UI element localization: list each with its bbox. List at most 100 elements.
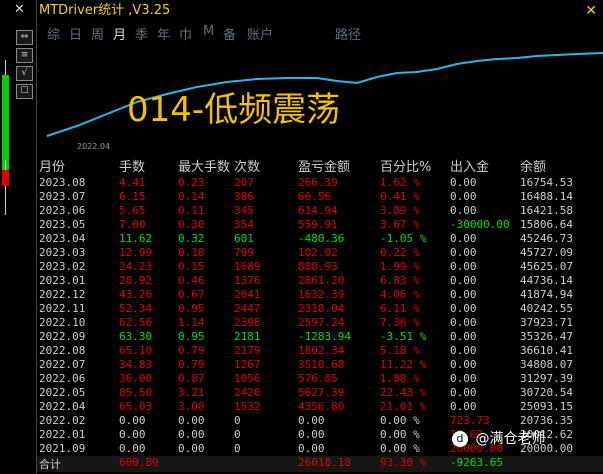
col-header-max-lots: 最大手数 (178, 160, 231, 175)
cell-lots: 24.23 (119, 260, 153, 273)
cell-percent: 0.00 % (380, 414, 420, 427)
cell-profit: 5627.39 (298, 386, 345, 399)
cell-month: 2022.09 (39, 330, 86, 343)
candle-green (2, 75, 9, 170)
cell-deposit: 0.00 (450, 330, 477, 343)
cell-month: 2023.01 (39, 274, 86, 287)
cell-max-lots: 0.15 (178, 260, 205, 273)
tab-account[interactable]: 账户 (247, 24, 273, 43)
cell-count: 2447 (234, 302, 261, 315)
cell-balance: 16754.53 (520, 176, 573, 189)
tab-summary[interactable]: 综 (47, 24, 60, 43)
tab-month[interactable]: 月 (113, 24, 127, 44)
stats-panel: MTDriver统计 ,V3.25 ✕ 综 日 周 月 季 年 巾 M 备 账户… (37, 0, 603, 474)
cell-profit: 2861.20 (298, 274, 345, 287)
cell-percent: 0.00 % (380, 428, 420, 441)
tab-week[interactable]: 周 (91, 24, 104, 43)
cell-lots: 65.03 (119, 400, 153, 413)
cell-deposit: -30000.00 (450, 218, 510, 231)
table-row: 2022.04 65.03 3.00 1532 4356.80 21.01 % 0.00 25… (37, 400, 603, 414)
cell-lots: 12.99 (119, 246, 153, 259)
cell-month: 2023.03 (39, 246, 86, 259)
toolbar-button-4[interactable]: ☐ (16, 84, 33, 99)
period-tabs: 综 日 周 月 季 年 巾 M 备 账户 路径 (37, 22, 603, 44)
cell-profit: 66.56 (298, 190, 332, 203)
cell-count: 2420 (234, 386, 261, 399)
cell-count: 2179 (234, 344, 261, 357)
cell-max-lots: 0.87 (178, 372, 205, 385)
cell-max-lots: 3.21 (178, 386, 205, 399)
table-row: 2022.06 36.00 0.87 1056 576.85 1.88 % 0.00 3129… (37, 372, 603, 386)
close-icon[interactable]: ✕ (14, 2, 25, 17)
tab-year[interactable]: 年 (157, 24, 170, 43)
tab-path[interactable]: 路径 (335, 24, 361, 43)
total-percent: 93.30 % (380, 456, 427, 469)
toolbar-button-3[interactable]: √ (16, 66, 33, 81)
cell-count: 1689 (234, 260, 261, 273)
cell-max-lots: 0.18 (178, 246, 205, 259)
cell-profit: 888.93 (298, 260, 338, 273)
chart-x-label: 2022.04 (77, 142, 111, 151)
cell-profit: 559.91 (298, 218, 338, 231)
tab-day[interactable]: 日 (69, 24, 82, 43)
cell-balance: 34808.07 (520, 358, 573, 371)
cell-month: 2022.12 (39, 288, 86, 301)
cell-month: 2022.08 (39, 344, 86, 357)
cell-lots: 20.92 (119, 274, 153, 287)
cell-max-lots: 0.95 (178, 330, 205, 343)
cell-month: 2022.02 (39, 414, 86, 427)
cell-max-lots: 0.79 (178, 358, 205, 371)
cell-profit: 3510.68 (298, 358, 345, 371)
cell-month: 2021.09 (39, 442, 86, 455)
cell-lots: 5.65 (119, 204, 146, 217)
table-row: 2022.08 65.10 0.79 2179 1802.34 5.18 % 0.00 366… (37, 344, 603, 358)
tab-bei[interactable]: 备 (223, 24, 236, 43)
cell-balance: 45246.73 (520, 232, 573, 245)
cell-deposit: 0.00 (450, 344, 477, 357)
cell-count: 799 (234, 246, 254, 259)
cell-count: 386 (234, 190, 254, 203)
cell-percent: 1.99 % (380, 260, 420, 273)
cell-lots: 52.34 (119, 302, 153, 315)
cell-balance: 16488.14 (520, 190, 573, 203)
cell-month: 2022.07 (39, 358, 86, 371)
cell-lots: 62.56 (119, 316, 153, 329)
cell-profit: 0.00 (298, 414, 325, 427)
cell-profit: 2318.04 (298, 302, 345, 315)
cell-lots: 11.62 (119, 232, 153, 245)
left-toolbar: ✕ ⇔ ≡ √ ☐ (0, 0, 36, 474)
cell-deposit: 0.00 (450, 204, 477, 217)
cell-balance: 37923.71 (520, 316, 573, 329)
table-row: 2023.01 20.92 0.46 1376 2861.20 6.83 % 0.00 447… (37, 274, 603, 288)
toolbar-button-2[interactable]: ≡ (16, 48, 33, 63)
tab-jin[interactable]: 巾 (179, 24, 192, 43)
cell-month: 2023.04 (39, 232, 86, 245)
cell-profit: 266.39 (298, 176, 338, 189)
cell-percent: 0.41 % (380, 190, 420, 203)
cell-month: 2022.05 (39, 386, 86, 399)
cell-lots: 36.00 (119, 372, 153, 385)
cell-percent: -1.05 % (380, 232, 427, 245)
close-icon[interactable]: ✕ (585, 0, 597, 22)
cell-profit: 614.94 (298, 204, 338, 217)
cell-percent: 11.22 % (380, 358, 427, 371)
col-header-deposit: 出入金 (450, 160, 490, 175)
total-lots: 600.89 (119, 456, 159, 469)
cell-balance: 45625.07 (520, 260, 573, 273)
candle-wick (5, 160, 6, 215)
cell-percent: 5.18 % (380, 344, 420, 357)
window-title: MTDriver统计 ,V3.25 (39, 3, 171, 18)
tab-quarter[interactable]: 季 (135, 24, 148, 43)
toolbar-button-1[interactable]: ⇔ (16, 30, 33, 45)
cell-percent: 22.43 % (380, 386, 427, 399)
watermark: d @满仓老师 (452, 428, 602, 450)
cell-lots: 43.26 (119, 288, 153, 301)
cell-percent: 0.22 % (380, 246, 420, 259)
tab-m[interactable]: M (203, 24, 214, 39)
total-deposit: -9263.65 (450, 456, 503, 469)
cell-balance: 15806.64 (520, 218, 573, 231)
col-header-month: 月份 (39, 160, 66, 175)
cell-count: 2041 (234, 288, 261, 301)
total-label: 合计 (39, 458, 61, 471)
cell-profit: -1283.94 (298, 330, 351, 343)
